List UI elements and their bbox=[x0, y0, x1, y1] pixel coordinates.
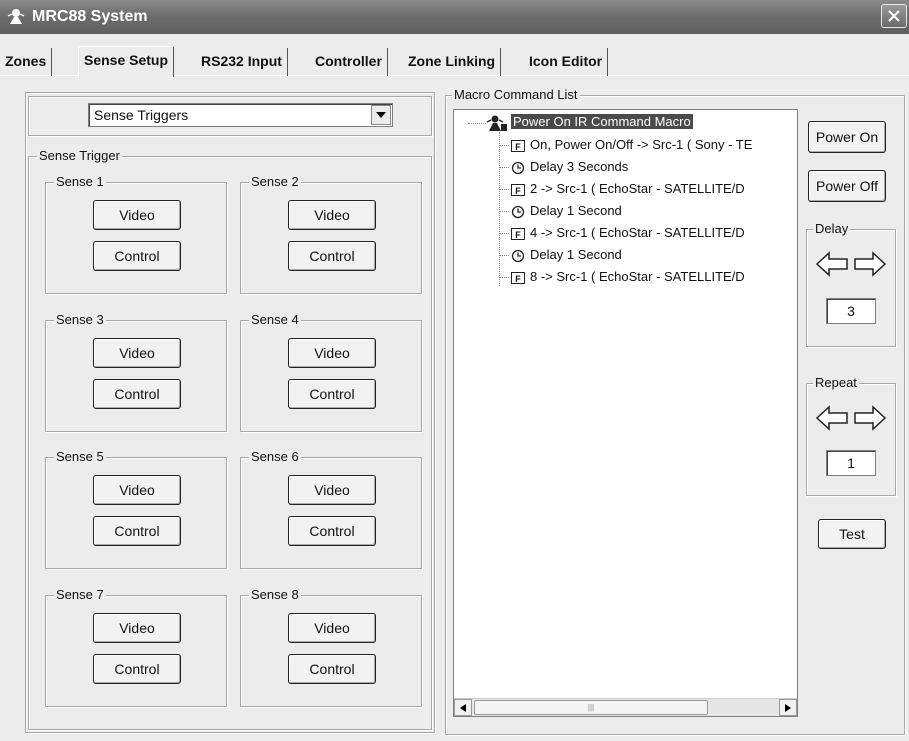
sense-label: Sense 1 bbox=[54, 174, 106, 190]
function-icon: F bbox=[511, 139, 525, 152]
sense-4-video-button[interactable]: Video bbox=[288, 338, 376, 368]
tab-zone-linking[interactable]: Zone Linking bbox=[403, 48, 502, 76]
clock-icon bbox=[511, 161, 525, 174]
repeat-label: Repeat bbox=[813, 375, 859, 391]
close-icon bbox=[888, 10, 900, 22]
arrow-left-icon[interactable] bbox=[815, 250, 849, 278]
clock-icon bbox=[511, 249, 525, 262]
tab-icon-editor[interactable]: Icon Editor bbox=[524, 48, 609, 76]
sense-label: Sense 5 bbox=[54, 449, 106, 465]
macro-item-text: 2 -> Src-1 ( EchoStar - SATELLITE/D bbox=[530, 181, 745, 196]
macro-icon bbox=[486, 115, 507, 131]
sense-6-video-button[interactable]: Video bbox=[288, 475, 376, 505]
sense-1-control-button[interactable]: Control bbox=[93, 241, 181, 271]
macro-item[interactable]: Delay 3 Seconds bbox=[511, 158, 628, 176]
macro-item[interactable]: F 4 -> Src-1 ( EchoStar - SATELLITE/D bbox=[511, 224, 745, 242]
sense-group-7: Sense 7 Video Control bbox=[45, 587, 227, 707]
title-bar: MRC88 System bbox=[0, 0, 909, 34]
repeat-group: Repeat 1 bbox=[806, 375, 896, 496]
sense-group-5: Sense 5 Video Control bbox=[45, 449, 227, 569]
sense-5-video-button[interactable]: Video bbox=[93, 475, 181, 505]
arrow-right-icon[interactable] bbox=[853, 250, 887, 278]
delay-group: Delay 3 bbox=[806, 221, 896, 347]
sense-3-video-button[interactable]: Video bbox=[93, 338, 181, 368]
sense-8-video-button[interactable]: Video bbox=[288, 613, 376, 643]
sense-group-8: Sense 8 Video Control bbox=[240, 587, 422, 707]
macro-item-text: 8 -> Src-1 ( EchoStar - SATELLITE/D bbox=[530, 269, 745, 284]
arrow-left-icon[interactable] bbox=[815, 404, 849, 432]
tab-sense-setup[interactable]: Sense Setup bbox=[78, 46, 175, 77]
sense-label: Sense 7 bbox=[54, 587, 106, 603]
window-title: MRC88 System bbox=[32, 8, 148, 25]
sense-6-control-button[interactable]: Control bbox=[288, 516, 376, 546]
sense-group-3: Sense 3 Video Control bbox=[45, 312, 227, 432]
sense-trigger-title: Sense Trigger bbox=[37, 148, 122, 164]
app-icon bbox=[7, 9, 25, 24]
macro-item[interactable]: Delay 1 Second bbox=[511, 246, 622, 264]
trigger-type-select[interactable]: Sense Triggers bbox=[88, 103, 393, 127]
sense-1-video-button[interactable]: Video bbox=[93, 200, 181, 230]
sense-group-4: Sense 4 Video Control bbox=[240, 312, 422, 432]
sense-group-2: Sense 2 Video Control bbox=[240, 174, 422, 294]
macro-root-node[interactable]: Power On IR Command Macro bbox=[486, 113, 693, 131]
sense-8-control-button[interactable]: Control bbox=[288, 654, 376, 684]
arrow-right-icon bbox=[785, 703, 791, 712]
sense-4-control-button[interactable]: Control bbox=[288, 379, 376, 409]
delay-value: 3 bbox=[826, 298, 876, 324]
macro-root-label: Power On IR Command Macro bbox=[511, 114, 693, 129]
macro-command-tree[interactable]: Power On IR Command Macro F On, Power On/… bbox=[453, 109, 798, 717]
function-icon: F bbox=[511, 271, 525, 284]
sense-2-video-button[interactable]: Video bbox=[288, 200, 376, 230]
sense-label: Sense 8 bbox=[249, 587, 301, 603]
sense-3-control-button[interactable]: Control bbox=[93, 379, 181, 409]
delay-label: Delay bbox=[813, 221, 851, 237]
scroll-right-button[interactable] bbox=[779, 699, 797, 716]
arrow-left-icon bbox=[460, 703, 466, 712]
clock-icon bbox=[511, 205, 525, 218]
tab-controller[interactable]: Controller bbox=[310, 48, 388, 76]
function-icon: F bbox=[511, 183, 525, 196]
close-button[interactable] bbox=[881, 4, 907, 28]
tab-bar: Zones Sense Setup RS232 Input Controller… bbox=[0, 46, 909, 77]
macro-item-text: On, Power On/Off -> Src-1 ( Sony - TE bbox=[530, 137, 753, 152]
sense-group-1: Sense 1 Video Control bbox=[45, 174, 227, 294]
test-button[interactable]: Test bbox=[818, 519, 886, 549]
power-on-button[interactable]: Power On bbox=[808, 121, 886, 153]
macro-item-text: Delay 3 Seconds bbox=[530, 159, 629, 174]
tab-rs232-input[interactable]: RS232 Input bbox=[196, 48, 288, 76]
macro-item[interactable]: F 2 -> Src-1 ( EchoStar - SATELLITE/D bbox=[511, 180, 745, 198]
horizontal-scrollbar[interactable]: ||| bbox=[454, 698, 797, 716]
arrow-right-icon[interactable] bbox=[853, 404, 887, 432]
macro-item[interactable]: F 8 -> Src-1 ( EchoStar - SATELLITE/D bbox=[511, 268, 745, 286]
scroll-left-button[interactable] bbox=[454, 699, 472, 716]
sense-label: Sense 3 bbox=[54, 312, 106, 328]
function-icon: F bbox=[511, 227, 525, 240]
sense-label: Sense 6 bbox=[249, 449, 301, 465]
sense-label: Sense 4 bbox=[249, 312, 301, 328]
dropdown-button[interactable] bbox=[371, 105, 391, 125]
tab-zones[interactable]: Zones bbox=[0, 48, 53, 76]
sense-5-control-button[interactable]: Control bbox=[93, 516, 181, 546]
macro-item-text: Delay 1 Second bbox=[530, 247, 622, 262]
trigger-type-value: Sense Triggers bbox=[94, 107, 189, 123]
macro-item-text: Delay 1 Second bbox=[530, 203, 622, 218]
sense-7-video-button[interactable]: Video bbox=[93, 613, 181, 643]
power-off-button[interactable]: Power Off bbox=[808, 170, 886, 202]
scroll-thumb[interactable]: ||| bbox=[474, 700, 708, 715]
macro-item[interactable]: Delay 1 Second bbox=[511, 202, 622, 220]
chevron-down-icon bbox=[376, 112, 386, 118]
macro-item-text: 4 -> Src-1 ( EchoStar - SATELLITE/D bbox=[530, 225, 745, 240]
repeat-value: 1 bbox=[826, 450, 876, 476]
macro-command-title: Macro Command List bbox=[452, 87, 580, 103]
sense-7-control-button[interactable]: Control bbox=[93, 654, 181, 684]
sense-2-control-button[interactable]: Control bbox=[288, 241, 376, 271]
sense-group-6: Sense 6 Video Control bbox=[240, 449, 422, 569]
sense-label: Sense 2 bbox=[249, 174, 301, 190]
macro-item[interactable]: F On, Power On/Off -> Src-1 ( Sony - TE bbox=[511, 136, 752, 154]
